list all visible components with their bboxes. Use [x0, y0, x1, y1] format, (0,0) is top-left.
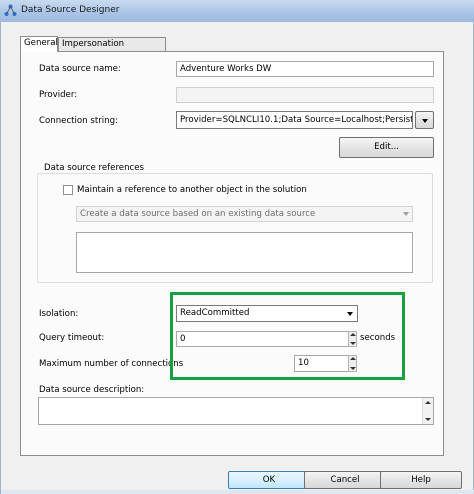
tab-general-label: General — [24, 38, 58, 48]
provider-label: Provider: — [39, 90, 78, 100]
dialog-body: General Impersonation Information Data s… — [0, 22, 474, 494]
window-bottom-border — [1, 490, 474, 494]
create-data-source-dropdown[interactable]: Create a data source based on an existin… — [76, 206, 413, 222]
connection-string-input[interactable]: Provider=SQLNCLI10.1;Data Source=Localho… — [176, 111, 413, 129]
window-title: Data Source Designer — [21, 5, 120, 15]
ok-button[interactable]: OK — [228, 471, 310, 489]
connection-string-dropdown-button[interactable] — [415, 111, 434, 129]
edit-button[interactable]: Edit... — [339, 137, 434, 158]
provider-input[interactable] — [176, 87, 434, 103]
isolation-label: Isolation: — [39, 309, 79, 319]
data-source-name-label: Data source name: — [39, 64, 121, 74]
scroll-down-icon — [425, 418, 431, 421]
description-label: Data source description: — [39, 385, 145, 395]
scroll-up-icon — [425, 401, 431, 404]
tab-general[interactable]: General — [20, 36, 58, 52]
maintain-reference-label: Maintain a reference to another object i… — [77, 185, 307, 195]
maintain-reference-checkbox[interactable] — [63, 185, 73, 195]
tab-impersonation-information[interactable]: Impersonation Information — [58, 37, 166, 62]
cancel-button[interactable]: Cancel — [304, 471, 386, 489]
data-source-icon — [4, 4, 17, 16]
connection-string-label: Connection string: — [39, 116, 118, 126]
query-timeout-label: Query timeout: — [39, 333, 105, 343]
references-group-label: Data source references — [44, 163, 145, 173]
title-bar: Data Source Designer — [0, 0, 474, 23]
chevron-down-icon — [403, 212, 409, 216]
description-scrollbar[interactable] — [422, 398, 433, 424]
description-input[interactable] — [38, 397, 434, 425]
max-connections-label: Maximum number of connections — [39, 359, 184, 369]
chevron-down-icon — [422, 119, 428, 123]
help-button[interactable]: Help — [380, 471, 462, 489]
data-source-name-input[interactable]: Adventure Works DW — [176, 61, 434, 77]
reference-list-box[interactable] — [76, 232, 413, 273]
highlight-box — [170, 292, 405, 380]
